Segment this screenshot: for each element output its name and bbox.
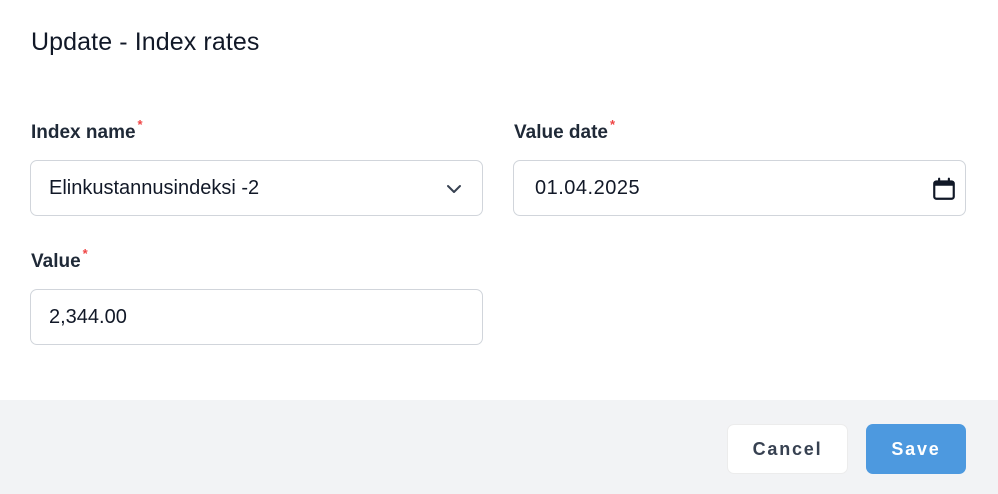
- value-date-label: Value date *: [514, 117, 615, 144]
- value-date-label-text: Value date: [514, 122, 608, 143]
- value-label-text: Value: [31, 251, 81, 272]
- value-date-input[interactable]: 01.04.2025: [513, 160, 966, 216]
- cancel-button[interactable]: Cancel: [727, 424, 848, 474]
- calendar-icon[interactable]: [931, 176, 957, 202]
- index-name-label: Index name *: [31, 117, 143, 144]
- save-button[interactable]: Save: [866, 424, 966, 474]
- value-label: Value *: [31, 246, 88, 273]
- required-marker: *: [82, 246, 88, 261]
- required-marker: *: [610, 117, 616, 132]
- value-date-value: 01.04.2025: [535, 176, 641, 199]
- index-name-select[interactable]: Elinkustannusindeksi -2: [30, 160, 483, 216]
- chevron-down-icon: [447, 185, 461, 193]
- required-marker: *: [137, 117, 143, 132]
- index-name-selected-value: Elinkustannusindeksi -2: [49, 176, 260, 199]
- index-name-label-text: Index name: [31, 122, 136, 143]
- value-input[interactable]: 2,344.00: [30, 289, 483, 345]
- update-index-rates-dialog: Update - Index rates Index name * Elinkus…: [0, 0, 998, 494]
- value-input-value: 2,344.00: [49, 305, 127, 328]
- dialog-title: Update - Index rates: [31, 28, 260, 56]
- dialog-footer: Cancel Save: [0, 400, 998, 494]
